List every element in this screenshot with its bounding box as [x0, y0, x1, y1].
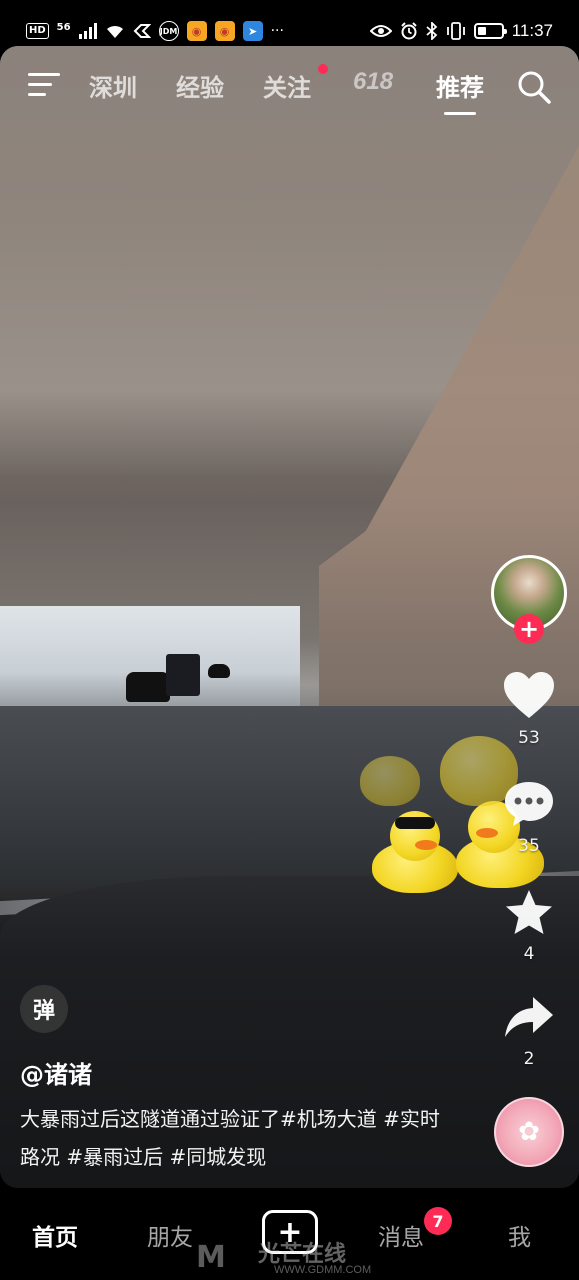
status-left: HD 56 JDM ◉ ◉ ➤ ···: [26, 21, 284, 41]
video-car: [126, 672, 170, 702]
music-note-icon: ✿: [518, 1117, 540, 1147]
active-tab-underline: [444, 112, 476, 115]
vibrate-icon: [446, 22, 466, 40]
eye-icon: [369, 24, 392, 38]
signal-icon: [78, 23, 97, 39]
duck-beak: [415, 840, 437, 850]
video-player[interactable]: [0, 46, 579, 1188]
messages-badge: 7: [424, 1207, 452, 1235]
location-app-icon: ➤: [242, 21, 263, 41]
tab-618[interactable]: 618: [353, 68, 393, 96]
star-icon: [504, 888, 554, 940]
more-icon: ···: [270, 23, 284, 39]
comment-count: 35: [518, 836, 540, 856]
share-count: 2: [523, 1049, 535, 1069]
favorite-count: 4: [523, 944, 535, 964]
heart-icon: [502, 670, 556, 724]
share-icon: [503, 995, 555, 1045]
network-label: 56: [56, 21, 71, 33]
comment-icon: [503, 780, 555, 832]
follow-button[interactable]: +: [514, 614, 544, 644]
favorite-button[interactable]: 4: [500, 888, 558, 964]
jdm-icon: JDM: [158, 21, 179, 41]
following-dot-badge: [318, 64, 328, 74]
battery-fill: [477, 27, 486, 35]
tab-recommend-label: 推荐: [436, 74, 484, 102]
danmu-button[interactable]: 弹: [20, 985, 68, 1033]
wifi-icon: [105, 23, 125, 39]
tab-friends[interactable]: 朋友: [147, 1218, 193, 1252]
top-nav: 深圳 经验 关注 618 推荐: [0, 62, 579, 115]
music-disc[interactable]: ✿: [494, 1097, 564, 1167]
tab-me[interactable]: 我: [508, 1218, 531, 1252]
weibo-icon: ◉: [186, 21, 207, 41]
tab-experience[interactable]: 经验: [176, 68, 224, 103]
watermark-logo-icon: M: [196, 1240, 226, 1275]
comment-button[interactable]: 35: [500, 780, 558, 856]
duck-sunglasses: [395, 817, 435, 829]
duck-toy: [360, 756, 420, 806]
watermark-url: WWW.GDMM.COM: [274, 1264, 372, 1276]
alarm-icon: [400, 22, 418, 40]
tab-home[interactable]: 首页: [32, 1218, 78, 1252]
watermark: M 光芒在线 WWW.GDMM.COM: [196, 1236, 396, 1280]
tab-following[interactable]: 关注: [263, 68, 311, 103]
status-right: 11:37: [369, 21, 553, 41]
tab-recommend[interactable]: 推荐: [436, 68, 484, 115]
weibo-icon: ◉: [214, 21, 235, 41]
hd-icon: HD: [26, 23, 49, 39]
author-name[interactable]: @诸诸: [20, 1055, 92, 1090]
like-count: 53: [518, 728, 540, 748]
like-button[interactable]: 53: [500, 670, 558, 748]
tab-shenzhen[interactable]: 深圳: [89, 68, 137, 103]
menu-icon[interactable]: [28, 72, 60, 98]
video-car: [208, 664, 230, 678]
vpn-icon: [133, 23, 151, 39]
battery-icon: [473, 23, 507, 39]
video-truck: [166, 654, 200, 696]
search-icon[interactable]: [517, 70, 551, 104]
status-time: 11:37: [511, 21, 553, 40]
share-button[interactable]: 2: [500, 995, 558, 1069]
video-caption[interactable]: 大暴雨过后这隧道通过验证了#机场大道 #实时路况 #暴雨过后 #同城发现: [20, 1100, 440, 1176]
bluetooth-icon: [426, 22, 438, 40]
duck-beak: [476, 828, 498, 838]
